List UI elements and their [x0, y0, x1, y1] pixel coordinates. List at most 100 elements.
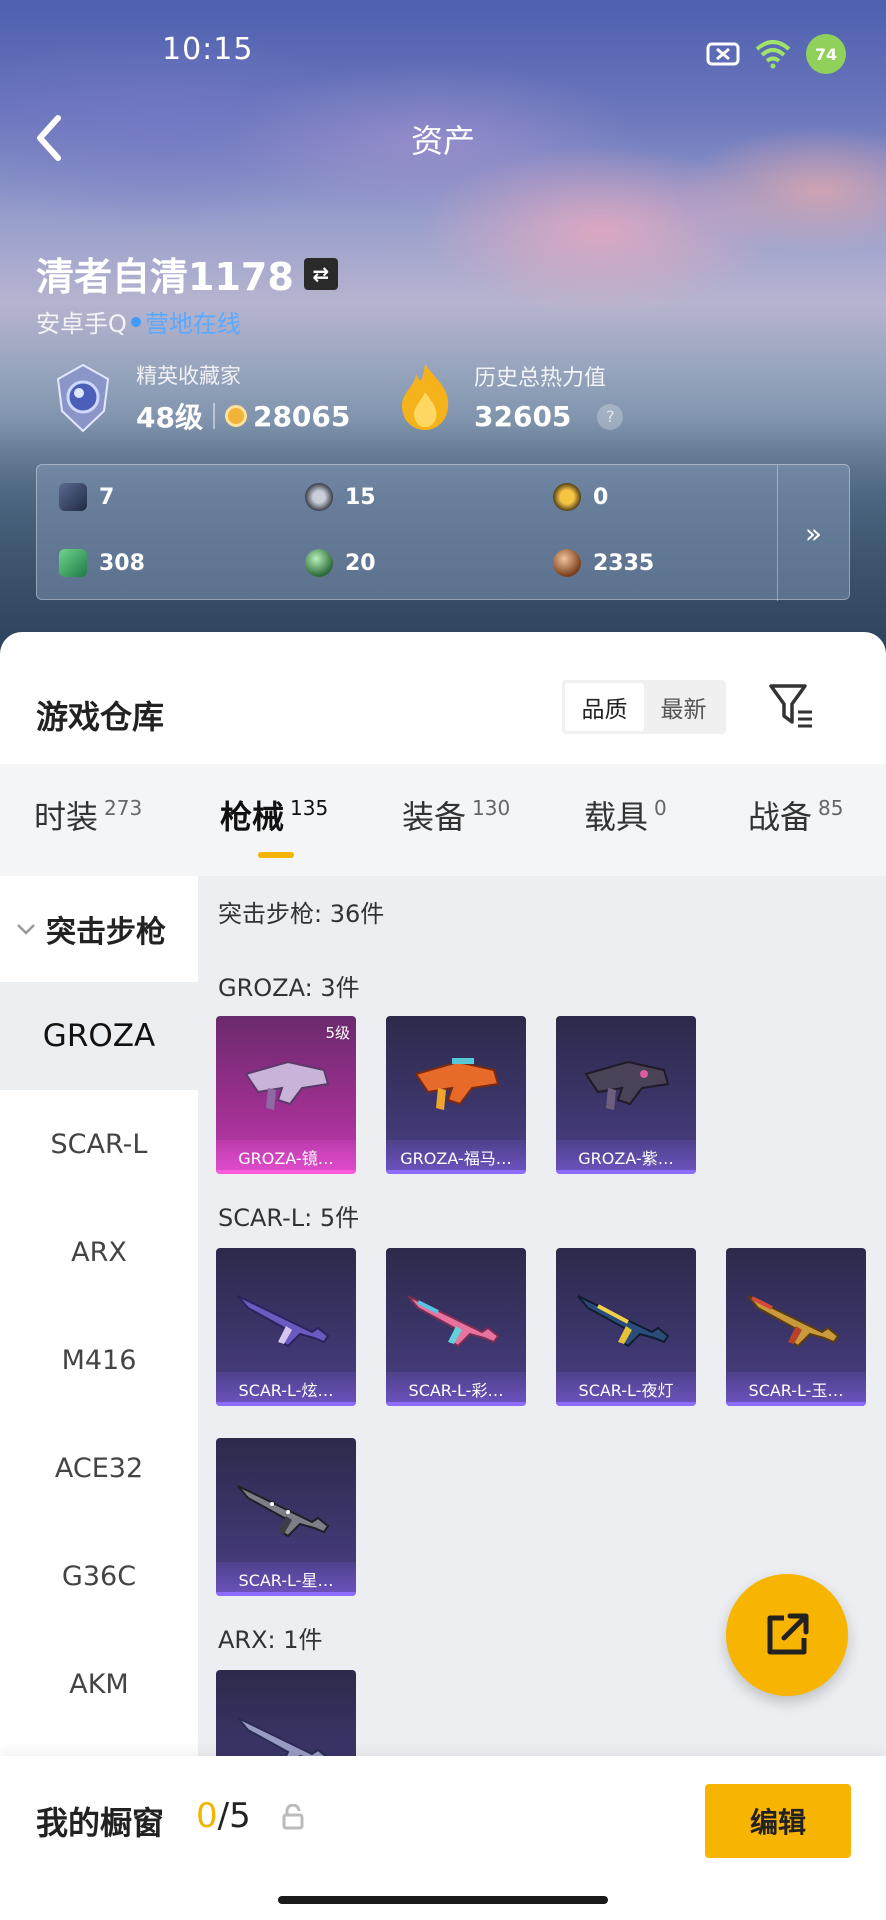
- weapon-scar-l-icon: [407, 1295, 500, 1348]
- profile-hero: 10:15 74 资产 清者自清1178 ⇄ 安卓手Q 营地在线 精英收藏家 4…: [0, 0, 886, 660]
- heat-title: 历史总热力值: [474, 366, 607, 391]
- tab-vehicles[interactable]: 载具 0: [584, 792, 667, 838]
- home-indicator: [278, 1896, 608, 1904]
- weapon-groza-icon: [584, 1060, 670, 1110]
- tab-count: 130: [472, 796, 511, 820]
- weapon-card[interactable]: SCAR-L-炫…: [216, 1248, 356, 1406]
- card-level-badge: 5级: [325, 1024, 350, 1042]
- card-rarity-bar: [726, 1402, 866, 1406]
- edit-button[interactable]: 编辑: [705, 1784, 851, 1858]
- sidebar-item-groza[interactable]: GROZA: [0, 982, 198, 1090]
- status-icons: 74: [706, 34, 846, 74]
- card-caption: GROZA-紫…: [556, 1140, 696, 1174]
- section-title-arx: ARX: 1件: [218, 1626, 323, 1654]
- repo-header: 游戏仓库 品质 最新: [0, 632, 886, 764]
- tab-guns[interactable]: 枪械 135: [220, 792, 328, 838]
- sidebar-item-scar-l[interactable]: SCAR-L: [0, 1090, 198, 1198]
- wifi-icon: [755, 40, 791, 69]
- username[interactable]: 清者自清1178 ⇄: [36, 246, 338, 301]
- share-button[interactable]: [726, 1574, 848, 1696]
- sidebar-item-akm[interactable]: AKM: [0, 1630, 198, 1738]
- stat-value: 20: [345, 550, 376, 576]
- weapon-card[interactable]: SCAR-L-玉…: [726, 1248, 866, 1406]
- weapon-card[interactable]: GROZA-紫…: [556, 1016, 696, 1174]
- swap-account-icon[interactable]: ⇄: [303, 257, 338, 290]
- card-caption: SCAR-L-夜灯: [556, 1372, 696, 1406]
- weapon-card[interactable]: 5级 GROZA-镜…: [216, 1016, 356, 1174]
- showcase-label: 我的橱窗: [36, 1804, 165, 1842]
- page-title: 资产: [410, 122, 475, 160]
- inventory-sheet: 游戏仓库 品质 最新 时装 273 枪械 135 装备 130 载具 0 战备 …: [0, 632, 886, 1920]
- list-summary: 突击步枪: 36件: [218, 900, 385, 928]
- stat-value: 308: [99, 550, 145, 576]
- card-rarity-bar: [556, 1402, 696, 1406]
- rank-emblem-icon: [56, 363, 110, 433]
- tab-count: 273: [104, 796, 143, 820]
- category-tabs: 时装 273 枪械 135 装备 130 载具 0 战备 85: [0, 764, 886, 876]
- weapon-scar-l-icon: [747, 1295, 840, 1348]
- rank-title: 精英收藏家: [136, 364, 241, 388]
- tab-label: 装备: [402, 798, 467, 836]
- sim-off-icon: [706, 42, 740, 66]
- heat-value-block[interactable]: 历史总热力值 32605 ?: [396, 360, 624, 433]
- coin-gray-icon: [305, 483, 333, 511]
- weapon-scar-l-icon: [237, 1485, 330, 1538]
- weapon-card[interactable]: SCAR-L-彩…: [386, 1248, 526, 1406]
- card-rarity-bar: [556, 1170, 696, 1174]
- card-rarity-bar: [216, 1170, 356, 1174]
- online-dot-icon: [130, 316, 141, 327]
- sidebar-item-ace32[interactable]: ACE32: [0, 1414, 198, 1522]
- stat-gray-coins[interactable]: 15: [305, 483, 376, 511]
- tab-label: 时装: [34, 798, 99, 836]
- section-title-groza: GROZA: 3件: [218, 974, 360, 1002]
- coin-icon: [224, 405, 247, 427]
- tab-gear[interactable]: 战备 85: [748, 792, 843, 838]
- sidebar-item-m416[interactable]: M416: [0, 1306, 198, 1414]
- tab-count: 0: [654, 796, 667, 820]
- weapon-groza-icon: [244, 1060, 330, 1110]
- stat-cards[interactable]: 7: [59, 483, 114, 511]
- card-caption: SCAR-L-炫…: [216, 1372, 356, 1406]
- weapon-groza-icon: [414, 1058, 500, 1110]
- card-caption: SCAR-L-玉…: [726, 1372, 866, 1406]
- tab-outfits[interactable]: 时装 273: [34, 792, 142, 838]
- sidebar-item-g36c[interactable]: G36C: [0, 1522, 198, 1630]
- stat-value: 0: [593, 484, 609, 510]
- tab-count: 135: [290, 796, 329, 820]
- weapon-card[interactable]: GROZA-福马…: [386, 1016, 526, 1174]
- stat-gold-coins[interactable]: 0: [553, 483, 608, 511]
- lock-icon: [282, 1804, 304, 1830]
- sort-toggle: 品质 最新: [562, 680, 726, 734]
- tab-label: 枪械: [220, 798, 285, 836]
- section-title-scar-l: SCAR-L: 5件: [218, 1204, 360, 1232]
- sidebar-group-assault-rifles[interactable]: 突击步枪: [0, 876, 198, 982]
- stat-green-orbs[interactable]: 20: [305, 549, 376, 577]
- status-time: 10:15: [162, 32, 254, 67]
- sort-quality[interactable]: 品质: [565, 683, 644, 731]
- stat-bronze-orbs[interactable]: 2335: [553, 549, 654, 577]
- card-caption: GROZA-镜…: [216, 1140, 356, 1174]
- flame-icon: [402, 363, 449, 430]
- help-icon[interactable]: ?: [597, 403, 624, 430]
- card-rarity-bar: [386, 1170, 526, 1174]
- heat-value: 32605: [474, 400, 572, 433]
- asset-stats-panel: 7 15 0 308 20 2335 »: [36, 464, 850, 601]
- card-caption: GROZA-福马…: [386, 1140, 526, 1174]
- weapon-card[interactable]: SCAR-L-夜灯: [556, 1248, 696, 1406]
- collector-rank[interactable]: 精英收藏家 48级 28065: [52, 360, 350, 436]
- collection-points: 28065: [252, 399, 351, 433]
- card-icon: [59, 483, 87, 511]
- stat-green-cards[interactable]: 308: [59, 549, 145, 577]
- tab-equipment[interactable]: 装备 130: [402, 792, 510, 838]
- active-tab-indicator: [258, 852, 294, 858]
- sidebar-item-arx[interactable]: ARX: [0, 1198, 198, 1306]
- rank-level: 48级: [136, 401, 203, 434]
- filter-button[interactable]: [768, 682, 814, 730]
- chevron-down-icon: [17, 924, 35, 935]
- sort-latest[interactable]: 最新: [644, 683, 723, 731]
- stats-more-button[interactable]: »: [777, 465, 849, 601]
- weapon-card[interactable]: SCAR-L-星…: [216, 1438, 356, 1596]
- stat-value: 2335: [593, 550, 655, 576]
- showcase-count: 0/5: [196, 1796, 251, 1836]
- bronze-orb-icon: [553, 549, 581, 577]
